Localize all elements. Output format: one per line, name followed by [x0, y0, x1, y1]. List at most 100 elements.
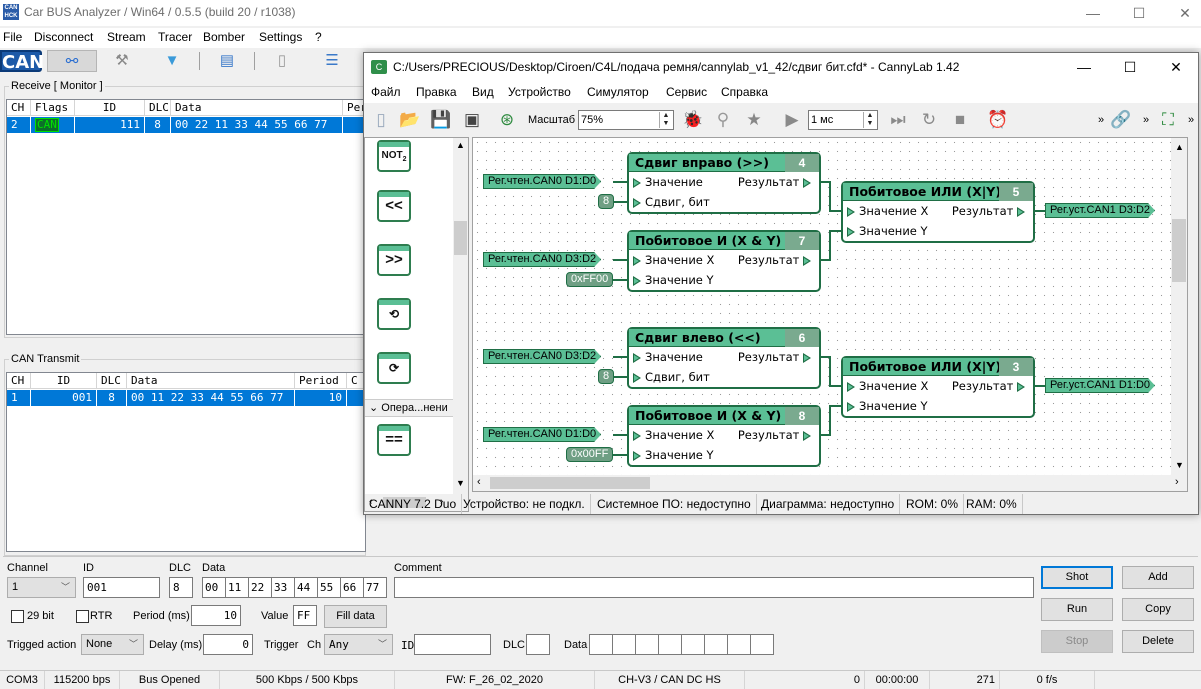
palette-item-not[interactable]: NOT2	[377, 140, 411, 172]
run-button[interactable]: Run	[1041, 598, 1113, 621]
rtr-checkbox[interactable]	[76, 610, 89, 623]
input-port[interactable]: Сдвиг, бит	[633, 370, 710, 384]
cannylab-minimize-button[interactable]: —	[1061, 53, 1107, 81]
trigger-data-byte-input[interactable]	[681, 634, 705, 655]
palette-item-equals[interactable]: ==	[377, 424, 411, 456]
col-dlc[interactable]: DLC	[145, 100, 171, 116]
menu-stream[interactable]: Stream	[107, 30, 146, 44]
star-icon[interactable]: ★	[742, 108, 766, 132]
block-8[interactable]: Побитовое И (X & Y) 8 Значение X Значени…	[627, 405, 821, 467]
id-input[interactable]: 001	[83, 577, 160, 598]
scroll-left-icon[interactable]: ‹	[477, 476, 481, 488]
trigger-data-byte-input[interactable]	[612, 634, 636, 655]
input-port[interactable]: Значение Y	[847, 224, 928, 238]
input-port[interactable]: Значение X	[633, 253, 714, 267]
delay-input[interactable]: 0	[203, 634, 253, 655]
input-port[interactable]: Значение X	[633, 428, 714, 442]
data-byte-input[interactable]: 77	[363, 577, 387, 598]
menu-device-ru[interactable]: Устройство	[508, 85, 571, 99]
cannylab-maximize-button[interactable]: ☐	[1107, 53, 1153, 81]
connect-icon[interactable]: ⚯	[47, 50, 97, 72]
col-ch[interactable]: CH	[7, 373, 31, 389]
col-id[interactable]: ID	[75, 100, 145, 116]
constant[interactable]: 0x00FF	[566, 447, 614, 462]
trigger-data-byte-input[interactable]	[635, 634, 659, 655]
scroll-down-icon[interactable]: ▼	[1175, 460, 1184, 470]
toolbar-overflow-icon[interactable]: »	[1134, 108, 1158, 132]
block-3[interactable]: Побитовое ИЛИ (X|Y) 3 Значение X Значени…	[841, 356, 1035, 418]
col-data[interactable]: Data	[171, 100, 343, 116]
menu-help[interactable]: ?	[315, 30, 322, 44]
input-tag[interactable]: Рег.чтен.CAN0 D3:D2	[483, 252, 601, 267]
menu-tracer[interactable]: Tracer	[158, 30, 192, 44]
save-icon[interactable]: 💾	[429, 108, 453, 132]
col-period[interactable]: Period	[295, 373, 347, 389]
output-tag[interactable]: Рег.уст.CAN1 D1:D0	[1045, 378, 1155, 393]
filter-icon[interactable]: ▼	[147, 50, 197, 72]
toolbar-overflow-icon[interactable]: »	[1179, 108, 1201, 132]
input-port[interactable]: Значение Y	[633, 448, 714, 462]
trigger-data-byte-input[interactable]	[750, 634, 774, 655]
output-tag[interactable]: Рег.уст.CAN1 D3:D2	[1045, 203, 1155, 218]
output-port[interactable]: Результат	[952, 379, 1029, 393]
data-byte-input[interactable]: 00	[202, 577, 226, 598]
output-port[interactable]: Результат	[738, 175, 815, 189]
table-row[interactable]: 2 CAN 111 8 00 22 11 33 44 55 66 77	[7, 117, 365, 133]
comment-input[interactable]	[394, 577, 1034, 598]
step-icon[interactable]: ⏭	[886, 108, 910, 132]
receive-table[interactable]: CH Flags ID DLC Data Per 2 CAN 111 8 00 …	[6, 99, 367, 335]
play-icon[interactable]: ▶	[780, 108, 804, 132]
tools-icon[interactable]: ⚒	[97, 50, 147, 72]
data-byte-input[interactable]: 55	[317, 577, 341, 598]
screenshot-icon[interactable]: ▣	[460, 108, 484, 132]
trigged-action-select[interactable]: None ﹀	[81, 634, 144, 655]
menu-file-ru[interactable]: Файл	[371, 85, 401, 99]
input-port[interactable]: Значение	[633, 350, 703, 364]
constant[interactable]: 8	[598, 369, 615, 384]
input-port[interactable]: Значение Y	[847, 399, 928, 413]
data-byte-input[interactable]: 66	[340, 577, 364, 598]
col-dlc[interactable]: DLC	[97, 373, 127, 389]
menu-simulator-ru[interactable]: Симулятор	[587, 85, 649, 99]
col-ch[interactable]: CH	[7, 100, 31, 116]
input-port[interactable]: Значение X	[847, 204, 928, 218]
sim-period-spinbox[interactable]: 1 мс ▲ ▼	[808, 110, 878, 130]
block-6[interactable]: Сдвиг влево (<<) 6 Значение Сдвиг, бит Р…	[627, 327, 821, 389]
block-7[interactable]: Побитовое И (X & Y) 7 Значение X Значени…	[627, 230, 821, 292]
close-button[interactable]: ✕	[1162, 0, 1201, 26]
data-byte-input[interactable]: 11	[225, 577, 249, 598]
debug-bug-icon[interactable]: 🐞	[681, 108, 705, 132]
scroll-up-icon[interactable]: ▲	[1175, 142, 1184, 152]
spin-arrows-icon[interactable]: ▲ ▼	[659, 112, 672, 128]
29bit-checkbox[interactable]	[11, 610, 24, 623]
new-file-icon[interactable]: ▯	[369, 108, 393, 132]
copy-button[interactable]: Copy	[1122, 598, 1194, 621]
value-input[interactable]: FF	[293, 605, 317, 626]
scroll-down-icon[interactable]: ▼	[456, 478, 465, 488]
diagram-canvas[interactable]: Рег.чтен.CAN0 D1:D0 8 Сдвиг вправо (>>) …	[472, 137, 1188, 492]
trigger-data-byte-input[interactable]	[704, 634, 728, 655]
input-port[interactable]: Сдвиг, бит	[633, 195, 710, 209]
trigger-data-byte-input[interactable]	[658, 634, 682, 655]
cannylab-close-button[interactable]: ✕	[1153, 53, 1199, 81]
input-port[interactable]: Значение Y	[633, 273, 714, 287]
fill-data-button[interactable]: Fill data	[324, 605, 387, 628]
block-5[interactable]: Побитовое ИЛИ (X|Y) 5 Значение X Значени…	[841, 181, 1035, 243]
col-flags[interactable]: Flags	[31, 100, 75, 116]
canvas-hscrollbar[interactable]: ‹ ›	[473, 475, 1187, 491]
menu-edit-ru[interactable]: Правка	[416, 85, 457, 99]
scroll-right-icon[interactable]: ›	[1175, 476, 1179, 488]
menu-disconnect[interactable]: Disconnect	[34, 30, 93, 44]
col-data[interactable]: Data	[127, 373, 295, 389]
trigger-id-input[interactable]	[414, 634, 491, 655]
output-port[interactable]: Результат	[952, 204, 1029, 218]
palette-item-rotate-left[interactable]: ⟲	[377, 298, 411, 330]
spin-arrows-icon[interactable]: ▲ ▼	[863, 112, 876, 128]
scroll-thumb[interactable]	[454, 221, 467, 255]
data-byte-input[interactable]: 44	[294, 577, 318, 598]
palette-item-shift-left[interactable]: <<	[377, 190, 411, 222]
stop-icon[interactable]: ■	[948, 108, 972, 132]
scroll-up-icon[interactable]: ▲	[456, 140, 465, 150]
constant[interactable]: 0xFF00	[566, 272, 614, 287]
trigger-ch-select[interactable]: Any ﹀	[324, 634, 393, 655]
